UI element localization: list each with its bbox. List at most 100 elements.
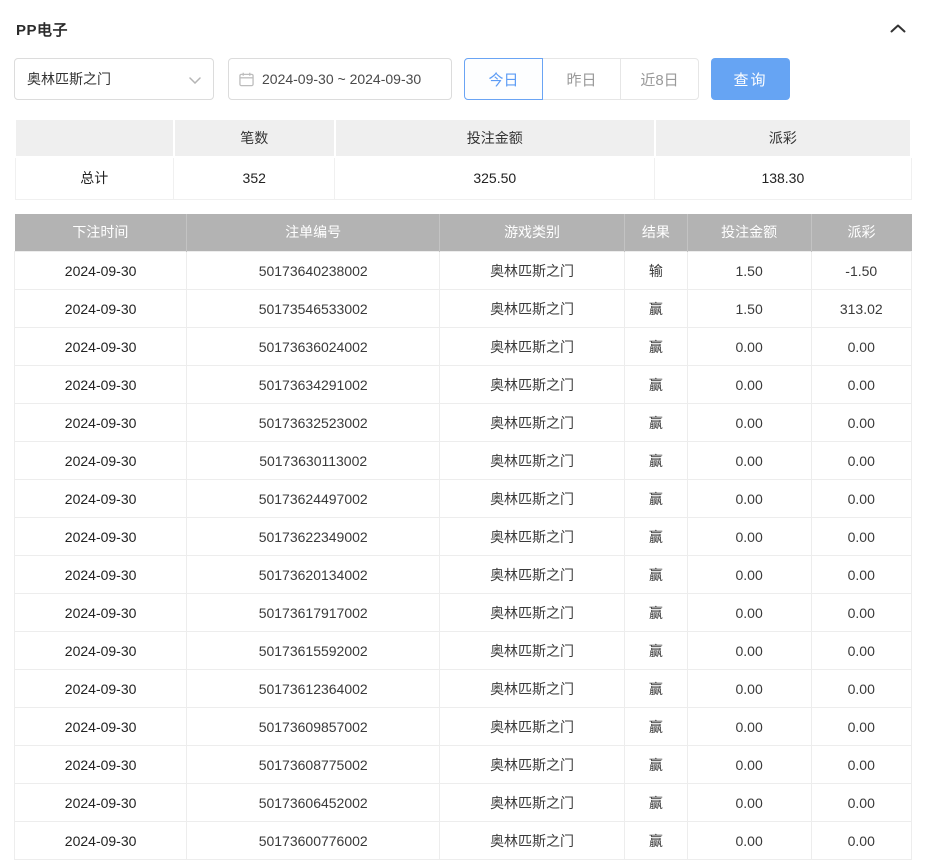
quick-btn-last8days[interactable]: 近8日 <box>620 58 699 100</box>
bet-amount-cell: 0.00 <box>687 442 811 480</box>
order-id-cell: 50173640238002 <box>187 252 440 290</box>
bet-time-cell: 2024-09-30 <box>15 328 187 366</box>
bet-time-cell: 2024-09-30 <box>15 708 187 746</box>
table-row: 2024-09-3050173622349002奥林匹斯之门赢0.000.00 <box>15 518 912 556</box>
bet-time-cell: 2024-09-30 <box>15 480 187 518</box>
bet-time-cell: 2024-09-30 <box>15 404 187 442</box>
result-cell: 赢 <box>624 404 687 442</box>
result-cell: 赢 <box>624 746 687 784</box>
game-category-cell: 奥林匹斯之门 <box>440 822 625 860</box>
game-category-cell: 奥林匹斯之门 <box>440 404 625 442</box>
payout-cell: 0.00 <box>811 556 911 594</box>
game-select-value: 奥林匹斯之门 <box>27 69 111 89</box>
search-button[interactable]: 查询 <box>711 58 790 100</box>
payout-cell: 0.00 <box>811 442 911 480</box>
bet-amount-cell: 0.00 <box>687 556 811 594</box>
payout-cell: 0.00 <box>811 670 911 708</box>
bet-time-cell: 2024-09-30 <box>15 366 187 404</box>
order-id-cell: 50173600776002 <box>187 822 440 860</box>
bet-amount-cell: 0.00 <box>687 746 811 784</box>
calendar-icon <box>239 72 254 87</box>
table-row: 2024-09-3050173612364002奥林匹斯之门赢0.000.00 <box>15 670 912 708</box>
summary-header-count: 笔数 <box>174 119 335 157</box>
bet-amount-cell: 0.00 <box>687 404 811 442</box>
order-id-cell: 50173632523002 <box>187 404 440 442</box>
game-category-cell: 奥林匹斯之门 <box>440 366 625 404</box>
game-select[interactable]: 奥林匹斯之门 <box>14 58 214 100</box>
date-range-input[interactable]: 2024-09-30 ~ 2024-09-30 <box>228 58 452 100</box>
table-row: 2024-09-3050173615592002奥林匹斯之门赢0.000.00 <box>15 632 912 670</box>
table-row: 2024-09-3050173609857002奥林匹斯之门赢0.000.00 <box>15 708 912 746</box>
order-id-cell: 50173622349002 <box>187 518 440 556</box>
result-cell: 赢 <box>624 708 687 746</box>
column-header: 结果 <box>624 214 687 252</box>
payout-cell: 0.00 <box>811 366 911 404</box>
column-header: 游戏类别 <box>440 214 625 252</box>
column-header: 注单编号 <box>187 214 440 252</box>
quick-btn-today[interactable]: 今日 <box>464 58 543 100</box>
order-id-cell: 50173546533002 <box>187 290 440 328</box>
result-cell: 赢 <box>624 670 687 708</box>
bet-amount-cell: 0.00 <box>687 594 811 632</box>
summary-total-count: 352 <box>174 157 335 199</box>
summary-header-bet-amount: 投注金额 <box>335 119 655 157</box>
payout-cell: 0.00 <box>811 784 911 822</box>
payout-cell: 0.00 <box>811 480 911 518</box>
payout-cell: 0.00 <box>811 708 911 746</box>
game-category-cell: 奥林匹斯之门 <box>440 708 625 746</box>
payout-cell: -1.50 <box>811 252 911 290</box>
summary-header-payout: 派彩 <box>655 119 911 157</box>
order-id-cell: 50173624497002 <box>187 480 440 518</box>
bet-amount-cell: 0.00 <box>687 784 811 822</box>
report-panel: PP电子 奥林匹斯之门 2024-09-30 ~ 2024-09- <box>0 0 926 860</box>
date-range-value: 2024-09-30 ~ 2024-09-30 <box>262 71 421 87</box>
bet-time-cell: 2024-09-30 <box>15 670 187 708</box>
game-category-cell: 奥林匹斯之门 <box>440 518 625 556</box>
bet-time-cell: 2024-09-30 <box>15 784 187 822</box>
game-category-cell: 奥林匹斯之门 <box>440 480 625 518</box>
order-id-cell: 50173608775002 <box>187 746 440 784</box>
payout-cell: 0.00 <box>811 328 911 366</box>
bet-amount-cell: 0.00 <box>687 480 811 518</box>
bet-time-cell: 2024-09-30 <box>15 442 187 480</box>
table-row: 2024-09-3050173600776002奥林匹斯之门赢0.000.00 <box>15 822 912 860</box>
result-cell: 赢 <box>624 328 687 366</box>
payout-cell: 0.00 <box>811 822 911 860</box>
records-header-row: 下注时间注单编号游戏类别结果投注金额派彩 <box>15 214 912 252</box>
summary-table: 笔数 投注金额 派彩 总计 352 325.50 138.30 <box>14 118 912 200</box>
payout-cell: 0.00 <box>811 594 911 632</box>
table-row: 2024-09-3050173630113002奥林匹斯之门赢0.000.00 <box>15 442 912 480</box>
result-cell: 赢 <box>624 442 687 480</box>
bet-time-cell: 2024-09-30 <box>15 252 187 290</box>
summary-header-row: 笔数 投注金额 派彩 <box>15 119 911 157</box>
game-category-cell: 奥林匹斯之门 <box>440 290 625 328</box>
quick-btn-yesterday[interactable]: 昨日 <box>542 58 621 100</box>
bet-time-cell: 2024-09-30 <box>15 822 187 860</box>
result-cell: 赢 <box>624 480 687 518</box>
column-header: 派彩 <box>811 214 911 252</box>
payout-cell: 0.00 <box>811 404 911 442</box>
result-cell: 赢 <box>624 632 687 670</box>
order-id-cell: 50173617917002 <box>187 594 440 632</box>
records-body: 2024-09-3050173640238002奥林匹斯之门输1.50-1.50… <box>15 252 912 860</box>
page-title: PP电子 <box>16 19 68 40</box>
game-category-cell: 奥林匹斯之门 <box>440 328 625 366</box>
payout-cell: 313.02 <box>811 290 911 328</box>
bet-amount-cell: 0.00 <box>687 822 811 860</box>
game-category-cell: 奥林匹斯之门 <box>440 670 625 708</box>
table-row: 2024-09-3050173634291002奥林匹斯之门赢0.000.00 <box>15 366 912 404</box>
result-cell: 赢 <box>624 556 687 594</box>
table-row: 2024-09-3050173632523002奥林匹斯之门赢0.000.00 <box>15 404 912 442</box>
result-cell: 赢 <box>624 594 687 632</box>
bet-amount-cell: 1.50 <box>687 290 811 328</box>
game-category-cell: 奥林匹斯之门 <box>440 252 625 290</box>
panel-header: PP电子 <box>14 12 912 52</box>
order-id-cell: 50173615592002 <box>187 632 440 670</box>
game-category-cell: 奥林匹斯之门 <box>440 442 625 480</box>
bet-amount-cell: 0.00 <box>687 670 811 708</box>
game-category-cell: 奥林匹斯之门 <box>440 784 625 822</box>
game-category-cell: 奥林匹斯之门 <box>440 556 625 594</box>
quick-range-group: 今日 昨日 近8日 <box>464 58 699 100</box>
game-category-cell: 奥林匹斯之门 <box>440 594 625 632</box>
collapse-button[interactable] <box>886 16 910 42</box>
